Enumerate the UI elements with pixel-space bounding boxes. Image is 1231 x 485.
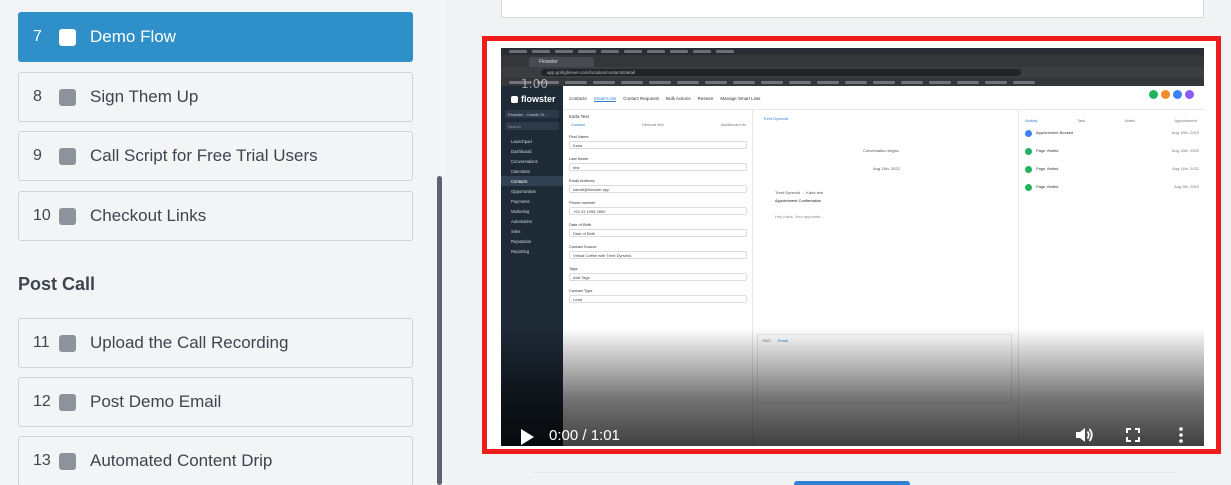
step-label: Automated Content Drip <box>90 451 273 470</box>
more-options-button[interactable] <box>1170 424 1192 446</box>
nav-item: Reputation <box>511 239 532 244</box>
form-field: Tags Add Tags <box>569 266 747 281</box>
step-label: Call Script for Free Trial Users <box>90 146 318 165</box>
checkbox-icon[interactable] <box>59 28 76 46</box>
activity-item: Page Visited Aug 11th, 2022 <box>1025 166 1199 180</box>
step-number: 9 <box>33 147 42 164</box>
step-content-area: Flowster app.gohighlevel.com/location/co… <box>445 0 1231 485</box>
step-label: Sign Them Up <box>90 87 199 106</box>
crm-tab: Manage Smart Lists <box>720 96 761 101</box>
fullscreen-icon <box>1126 428 1140 442</box>
bookmarks-bar <box>501 78 1204 86</box>
step-label: Checkout Links <box>90 206 207 225</box>
step-label: Demo Flow <box>90 27 176 46</box>
step-label: Post Demo Email <box>90 392 222 411</box>
next-content-button[interactable] <box>794 481 910 485</box>
nav-item: Automation <box>511 219 533 224</box>
step-item-call-script[interactable]: 9 Call Script for Free Trial Users <box>18 131 413 181</box>
section-title-post-call: Post Call <box>18 274 96 294</box>
step-item-automated-content-drip[interactable]: 13 Automated Content Drip <box>18 436 413 485</box>
step-number: 11 <box>33 334 50 351</box>
form-field: First Name Karla <box>569 134 747 149</box>
activity-tabs: Activity Task Notes Appointment <box>1025 118 1197 123</box>
checkbox-icon[interactable] <box>59 147 76 165</box>
form-field: Contact Source Virtual Coffee with Trent … <box>569 244 747 259</box>
play-button[interactable] <box>515 426 537 446</box>
step-number: 8 <box>33 88 42 105</box>
next-content-divider <box>535 472 1175 476</box>
volume-icon <box>1076 428 1093 442</box>
contact-name: Karla Test <box>569 114 589 119</box>
url-field: app.gohighlevel.com/location/contacts/de… <box>541 69 1021 76</box>
step-item-upload-call-recording[interactable]: 11 Upload the Call Recording <box>18 318 413 368</box>
crm-tab: Contact Requests <box>623 96 660 101</box>
crm-top-bar: Contacts Smart Lists Contact Requests Bu… <box>563 86 1204 110</box>
crm-tab: Bulk Actions <box>666 96 691 101</box>
checkbox-icon[interactable] <box>59 393 76 411</box>
checkbox-icon[interactable] <box>59 88 76 106</box>
crm-tab: Smart Lists <box>593 96 617 102</box>
form-field: Last Name test <box>569 156 747 171</box>
checkbox-icon[interactable] <box>59 452 76 470</box>
step-number: 12 <box>33 393 51 410</box>
volume-button[interactable] <box>1073 424 1095 446</box>
nav-item: Opportunities <box>511 189 536 194</box>
nav-item: Reporting <box>511 249 530 254</box>
video-time-display: 0:00 / 1:01 <box>549 427 620 444</box>
nav-item: Calendars <box>511 169 531 174</box>
form-field: Contact Type Lead <box>569 288 747 303</box>
mac-menu-bar <box>501 48 1204 55</box>
step-number: 10 <box>33 207 51 224</box>
nav-item: Sites <box>511 229 521 234</box>
crm-tab: Restore <box>697 96 714 101</box>
nav-item: Conversations <box>511 159 538 164</box>
flowster-logo: flowster <box>511 94 556 104</box>
crm-top-tabs: Contacts Smart Lists Contact Requests Bu… <box>569 96 760 102</box>
step-item-demo-flow[interactable]: 7 Demo Flow <box>18 12 413 62</box>
form-field: Email Address karlatt@flowster.app <box>569 178 747 193</box>
video-faint-timestamp: 1:00 <box>521 77 548 91</box>
browser-url-bar: app.gohighlevel.com/location/contacts/de… <box>501 67 1204 78</box>
crm-nav: Launchpad Dashboard Conversations Calend… <box>501 136 563 256</box>
nav-item: Payments <box>511 199 530 204</box>
browser-tab: Flowster <box>529 57 594 67</box>
checkbox-icon[interactable] <box>59 334 76 352</box>
nav-item-active: Contacts <box>501 176 563 186</box>
form-field: Date of Birth Date of Birth <box>569 222 747 237</box>
step-item-post-demo-email[interactable]: 12 Post Demo Email <box>18 377 413 427</box>
crm-tab: Contacts <box>569 96 587 101</box>
browser-tab-bar: Flowster <box>501 55 1204 67</box>
previous-content-block <box>501 0 1204 18</box>
form-tabs: Contact General Info Additional Info <box>571 122 746 127</box>
activity-item: Page Visited Aug 15th, 2022 <box>1025 148 1199 162</box>
play-icon <box>521 429 534 445</box>
step-sidebar: 7 Demo Flow 8 Sign Them Up 9 Call Script… <box>0 0 445 485</box>
step-item-sign-them-up[interactable]: 8 Sign Them Up <box>18 72 413 122</box>
account-switcher: Flowster - Cassie Gl... <box>505 110 559 118</box>
nav-item: Dashboard <box>511 149 532 154</box>
activity-item: Page Visited Aug 9th, 2022 <box>1025 184 1199 198</box>
crm-search: Search <box>505 122 559 130</box>
video-highlight-frame: Flowster app.gohighlevel.com/location/co… <box>482 36 1221 454</box>
nav-item: Launchpad <box>511 139 532 144</box>
step-number: 13 <box>33 452 51 469</box>
user-avatars <box>1149 90 1194 99</box>
step-number: 7 <box>33 28 42 45</box>
checkbox-icon[interactable] <box>59 207 76 225</box>
nav-item: Marketing <box>511 209 530 214</box>
more-vertical-icon <box>1179 427 1183 443</box>
fullscreen-button[interactable] <box>1122 424 1144 446</box>
step-label: Upload the Call Recording <box>90 333 289 352</box>
sidebar-scrollbar[interactable] <box>437 176 442 485</box>
form-field: Phone number +63 33 1998 2890 <box>569 200 747 215</box>
activity-item: Appointment Booked Aug 15th, 2022 <box>1025 130 1199 144</box>
video-player[interactable]: Flowster app.gohighlevel.com/location/co… <box>501 48 1204 446</box>
step-item-checkout-links[interactable]: 10 Checkout Links <box>18 191 413 241</box>
